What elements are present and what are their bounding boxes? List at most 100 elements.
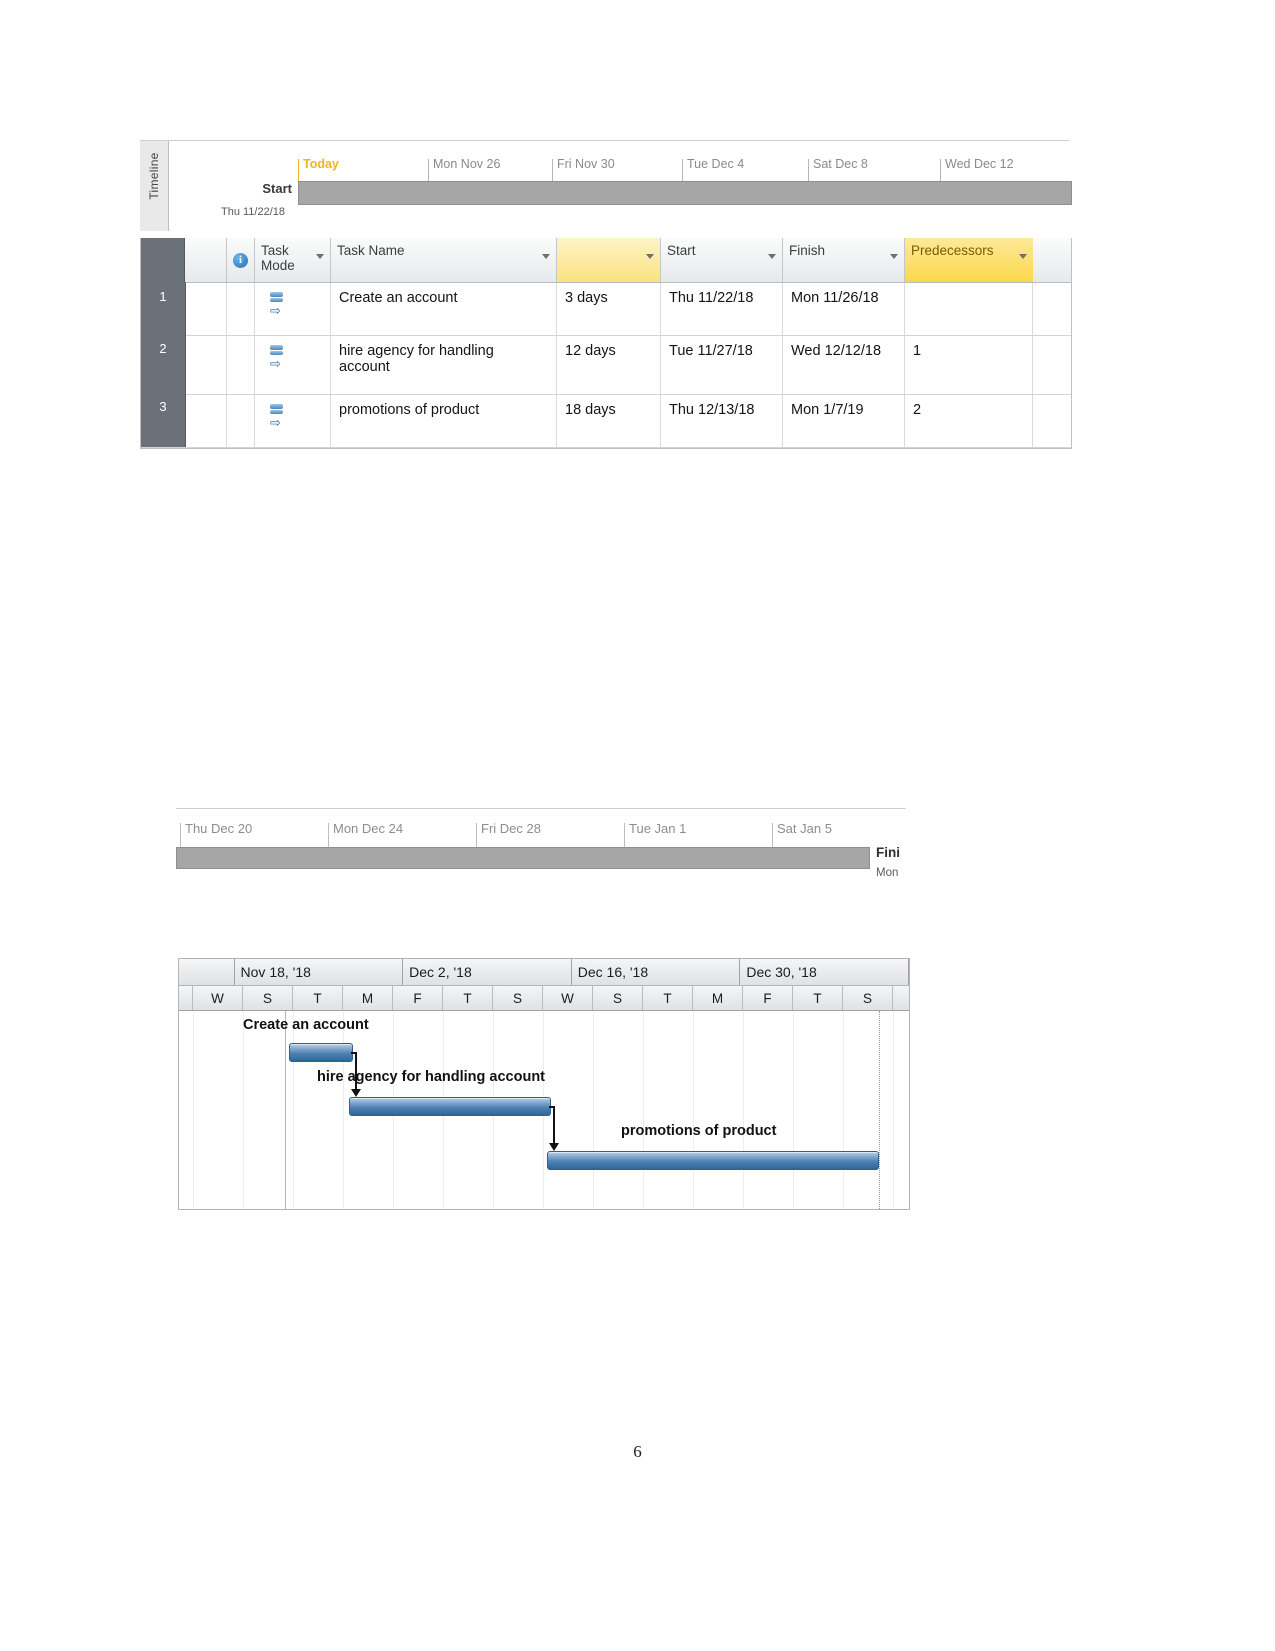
gantt-gridline	[193, 1011, 194, 1209]
manually-scheduled-icon: ⇨	[269, 404, 289, 429]
chevron-down-icon[interactable]	[768, 254, 776, 259]
cell-duration[interactable]: 18 days	[557, 395, 661, 447]
cell-task-name[interactable]: hire agency for handling account	[331, 336, 557, 394]
cell-finish[interactable]: Mon 1/7/19	[783, 395, 905, 447]
cell-predecessors[interactable]	[905, 283, 1033, 335]
gantt-gridline	[743, 1011, 744, 1209]
chevron-down-icon[interactable]	[316, 254, 324, 259]
cell-predecessors[interactable]: 1	[905, 336, 1033, 394]
lower-timeline-tick-label: Mon Dec 24	[333, 821, 404, 836]
timeline-finish-date: Mon	[876, 867, 899, 879]
gantt-task-bar[interactable]	[349, 1097, 551, 1116]
gantt-day-label: S	[243, 986, 293, 1010]
row-task-mode-cell[interactable]: ⇨	[255, 283, 331, 335]
gantt-week-label: Dec 2, '18	[403, 959, 572, 985]
gantt-task-bar[interactable]	[547, 1151, 879, 1170]
row-task-mode-cell[interactable]: ⇨	[255, 336, 331, 394]
timeline-tick-label: Mon Nov 26	[433, 157, 501, 171]
lower-timeline-tick-label: Fri Dec 28	[481, 821, 541, 836]
chevron-down-icon[interactable]	[646, 254, 654, 259]
gantt-bar-label: promotions of product	[621, 1123, 777, 1139]
timeline-view: Timeline Today Mon Nov 26 Fri Nov 30 Tue De…	[140, 140, 1072, 231]
table-row[interactable]: 3 ⇨ promotions of product 18 days Thu 12/13/…	[141, 395, 1071, 448]
cell-finish[interactable]: Mon 11/26/18	[783, 283, 905, 335]
gantt-day-label: F	[393, 986, 443, 1010]
timeline-finish-label: Fini	[876, 845, 900, 860]
row-task-mode-cell[interactable]: ⇨	[255, 395, 331, 447]
gantt-day-label: S	[493, 986, 543, 1010]
header-predecessors-label: Predecessors	[911, 243, 994, 258]
timeline-tick-label: Sat Dec 8	[813, 157, 868, 171]
lower-timeline-tick-4	[772, 823, 773, 847]
lower-timeline-tick-label: Tue Jan 1	[629, 821, 687, 836]
task-entry-table: i Task Mode Task Name Start Finish Prede…	[140, 238, 1072, 449]
header-duration[interactable]	[557, 238, 661, 282]
manually-scheduled-icon: ⇨	[269, 292, 289, 317]
gantt-day-label: W	[543, 986, 593, 1010]
row-indicator-cell[interactable]	[185, 336, 227, 394]
gantt-gridline	[243, 1011, 244, 1209]
gantt-day-header: WSTMFTSWSTMFTS	[179, 986, 909, 1011]
header-finish[interactable]: Finish	[783, 238, 905, 282]
gantt-gridline	[643, 1011, 644, 1209]
lower-timeline: Thu Dec 20 Mon Dec 24 Fri Dec 28 Tue Jan 1 S…	[176, 808, 906, 889]
gantt-gridline	[693, 1011, 694, 1209]
lower-timeline-span-bar[interactable]	[176, 847, 870, 869]
row-indicator-cell[interactable]	[185, 283, 227, 335]
row-info-cell[interactable]	[227, 283, 255, 335]
row-indicator-cell[interactable]	[185, 395, 227, 447]
gantt-chart: Nov 18, '18 Dec 2, '18 Dec 16, '18 Dec 30, …	[178, 958, 910, 1210]
chevron-down-icon[interactable]	[1019, 254, 1027, 259]
timeline-panel-tab[interactable]: Timeline	[140, 141, 169, 231]
header-task-mode[interactable]: Task Mode	[255, 238, 331, 282]
gantt-day-label: W	[193, 986, 243, 1010]
cell-finish[interactable]: Wed 12/12/18	[783, 336, 905, 394]
gantt-gridline	[893, 1011, 894, 1209]
lower-timeline-tick-label: Thu Dec 20	[185, 821, 253, 836]
gantt-day-header-lead	[179, 986, 193, 1010]
header-indicators[interactable]	[185, 238, 227, 282]
header-info-column[interactable]: i	[227, 238, 255, 282]
cell-start[interactable]: Thu 11/22/18	[661, 283, 783, 335]
table-row[interactable]: 2 ⇨ hire agency for handling account 12 day…	[141, 336, 1071, 395]
dependency-arrow-icon	[351, 1089, 361, 1097]
table-row[interactable]: 1 ⇨ Create an account 3 days Thu 11/22/18 Mon…	[141, 283, 1071, 336]
gantt-day-label: T	[793, 986, 843, 1010]
gantt-gridline	[343, 1011, 344, 1209]
header-predecessors[interactable]: Predecessors	[905, 238, 1033, 282]
header-task-name[interactable]: Task Name	[331, 238, 557, 282]
lower-timeline-tick-3	[624, 823, 625, 847]
timeline-tick-label: Today	[303, 157, 339, 171]
cell-start[interactable]: Thu 12/13/18	[661, 395, 783, 447]
timeline-span-bar[interactable]	[298, 181, 1072, 205]
lower-timeline-tick-label: Sat Jan 5	[777, 821, 832, 836]
gantt-bar-label: Create an account	[243, 1017, 369, 1033]
timeline-panel-label: Timeline	[147, 152, 161, 200]
gantt-day-label: T	[643, 986, 693, 1010]
cell-task-name[interactable]: Create an account	[331, 283, 557, 335]
cell-predecessors[interactable]: 2	[905, 395, 1033, 447]
cell-duration[interactable]: 12 days	[557, 336, 661, 394]
manually-scheduled-icon: ⇨	[269, 345, 289, 370]
timeline-start-label: Start	[262, 181, 292, 196]
header-start-label: Start	[667, 243, 696, 258]
chevron-down-icon[interactable]	[890, 254, 898, 259]
row-info-cell[interactable]	[227, 336, 255, 394]
row-info-cell[interactable]	[227, 395, 255, 447]
gantt-gridline	[843, 1011, 844, 1209]
dependency-arrow-icon	[549, 1143, 559, 1151]
gantt-gridline	[293, 1011, 294, 1209]
info-icon: i	[233, 252, 248, 268]
header-start[interactable]: Start	[661, 238, 783, 282]
gantt-body[interactable]: Create an account hire agency for handlin…	[179, 1011, 909, 1209]
cell-start[interactable]: Tue 11/27/18	[661, 336, 783, 394]
gantt-bar-label: hire agency for handling account	[317, 1069, 546, 1085]
header-finish-label: Finish	[789, 243, 826, 258]
chevron-down-icon[interactable]	[542, 254, 550, 259]
header-row-number	[141, 238, 185, 282]
page-number: 6	[633, 1442, 642, 1461]
gantt-task-bar[interactable]	[289, 1043, 353, 1062]
row-number-label: 3	[159, 399, 167, 414]
cell-task-name[interactable]: promotions of product	[331, 395, 557, 447]
cell-duration[interactable]: 3 days	[557, 283, 661, 335]
